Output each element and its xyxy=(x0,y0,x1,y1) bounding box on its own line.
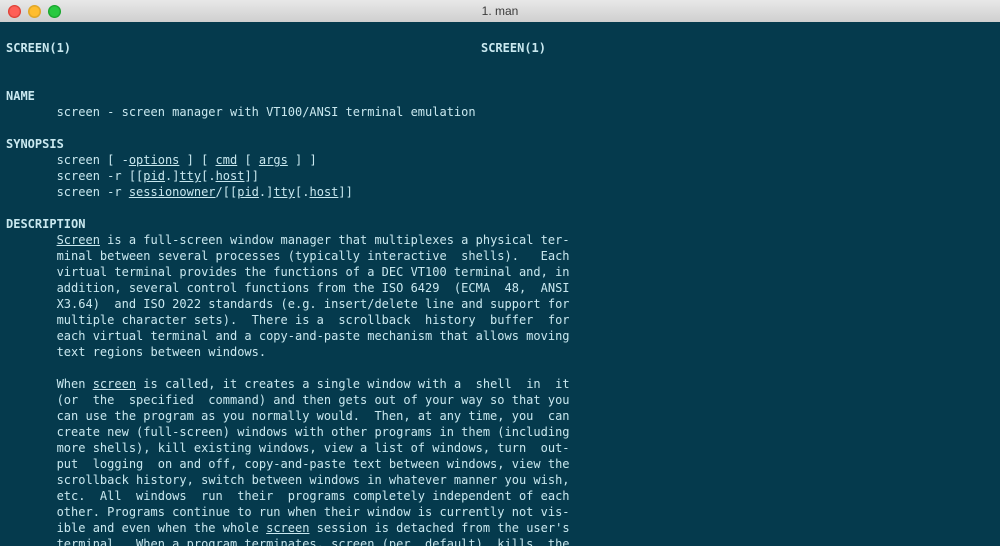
window-titlebar: 1. man xyxy=(0,0,1000,23)
traffic-lights xyxy=(8,5,61,18)
zoom-icon[interactable] xyxy=(48,5,61,18)
section-name: NAME xyxy=(6,89,35,103)
close-icon[interactable] xyxy=(8,5,21,18)
synopsis-line-3: screen -r sessionowner/[[pid.]tty[.host]… xyxy=(6,185,353,199)
synopsis-line-2: screen -r [[pid.]tty[.host]] xyxy=(6,169,259,183)
desc-para-2: When screen is called, it creates a sing… xyxy=(6,377,570,546)
window-title: 1. man xyxy=(0,4,1000,18)
man-header-right: SCREEN(1) xyxy=(481,40,546,56)
synopsis-line-1: screen [ -options ] [ cmd [ args ] ] xyxy=(6,153,317,167)
desc-para-1: Screen is a full-screen window manager t… xyxy=(6,233,570,359)
section-synopsis: SYNOPSIS xyxy=(6,137,64,151)
terminal-view[interactable]: SCREEN(1) SCREEN(1) NAME screen - screen … xyxy=(0,22,1000,546)
man-header-left: SCREEN(1) xyxy=(6,40,71,56)
section-description: DESCRIPTION xyxy=(6,217,85,231)
name-line: screen - screen manager with VT100/ANSI … xyxy=(6,105,476,119)
minimize-icon[interactable] xyxy=(28,5,41,18)
